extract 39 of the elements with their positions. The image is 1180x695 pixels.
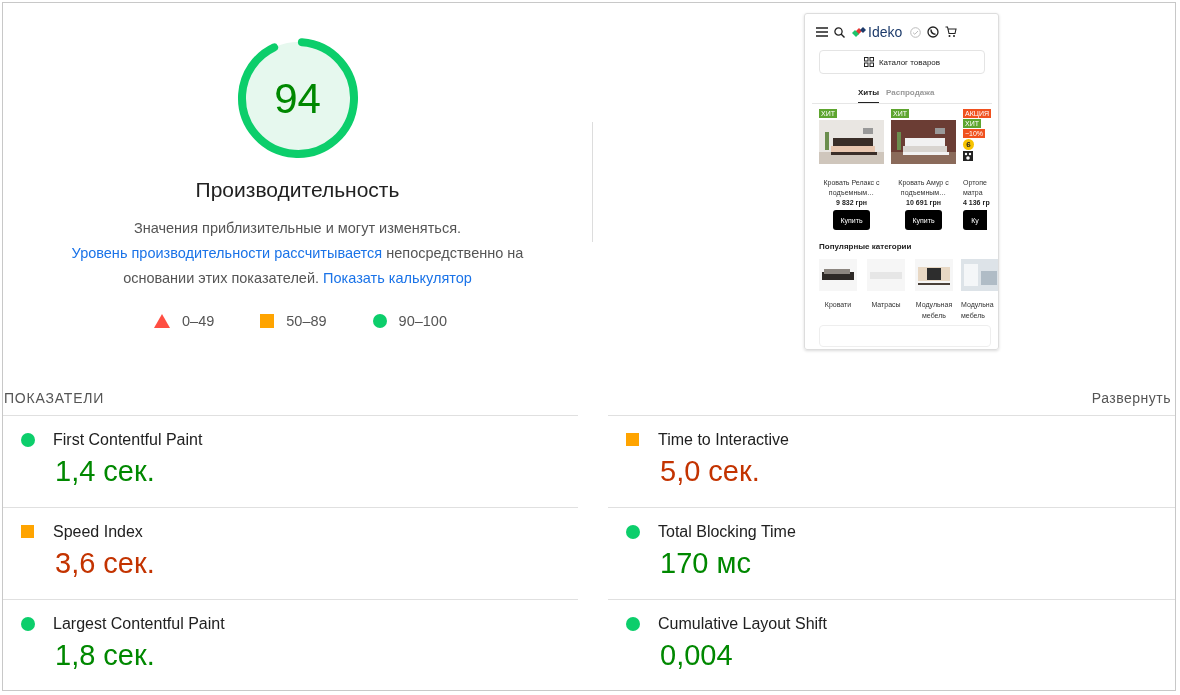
legend-range: 0–49 <box>182 313 215 329</box>
metric-value: 3,6 сек. <box>55 546 156 581</box>
score-description: Значения приблизительные и могут изменяться. Уровень производительности рассчитывается непосредственно на основании этих показателей. Показать калькулятор <box>70 219 525 288</box>
metric-value: 1,8 сек. <box>55 638 156 673</box>
menu-icon <box>816 27 828 37</box>
search-icon <box>834 26 845 38</box>
score-value: 94 <box>273 75 322 123</box>
category-title: Производительность <box>195 177 400 203</box>
metric-name: Largest Contentful Paint <box>53 615 225 633</box>
legend-range: 90–100 <box>398 313 447 329</box>
metric-name: Cumulative Layout Shift <box>658 615 827 633</box>
metric-name: Total Blocking Time <box>658 523 796 541</box>
square-icon <box>260 314 275 328</box>
metric-name: Time to Interactive <box>658 431 789 449</box>
description-link[interactable]: Уровень <box>71 245 128 261</box>
section-title: ПОКАЗАТЕЛИ <box>4 390 105 406</box>
phone-icon <box>927 26 940 38</box>
triangle-icon <box>154 314 170 328</box>
metric-name: Speed Index <box>53 523 143 541</box>
catalog-button[interactable]: Каталог товаров <box>819 50 985 74</box>
check-circle-icon <box>910 26 922 38</box>
cart-icon <box>945 26 958 38</box>
section-heading: Популярные категории <box>819 242 913 251</box>
description-link[interactable]: Показать калькулятор <box>323 270 472 286</box>
legend-range: 50–89 <box>286 313 327 329</box>
metric-value: 5,0 сек. <box>660 454 761 489</box>
metric-value: 1,4 сек. <box>55 454 156 489</box>
metric-value: 170 мс <box>660 546 752 581</box>
logo-icon <box>851 24 867 40</box>
expand-button[interactable]: Развернуть <box>1091 390 1171 406</box>
description-link[interactable]: производительности рассчитывается <box>131 245 383 261</box>
grid-icon <box>863 57 874 67</box>
paw-icon <box>963 151 973 161</box>
metric-value: 0,004 <box>660 638 734 673</box>
logo-text: Ideko <box>868 24 903 40</box>
tab[interactable]: Хиты <box>858 85 879 103</box>
metric-name: First Contentful Paint <box>53 431 203 449</box>
circle-icon <box>372 314 387 328</box>
bonus-badge: 6 <box>963 139 974 150</box>
